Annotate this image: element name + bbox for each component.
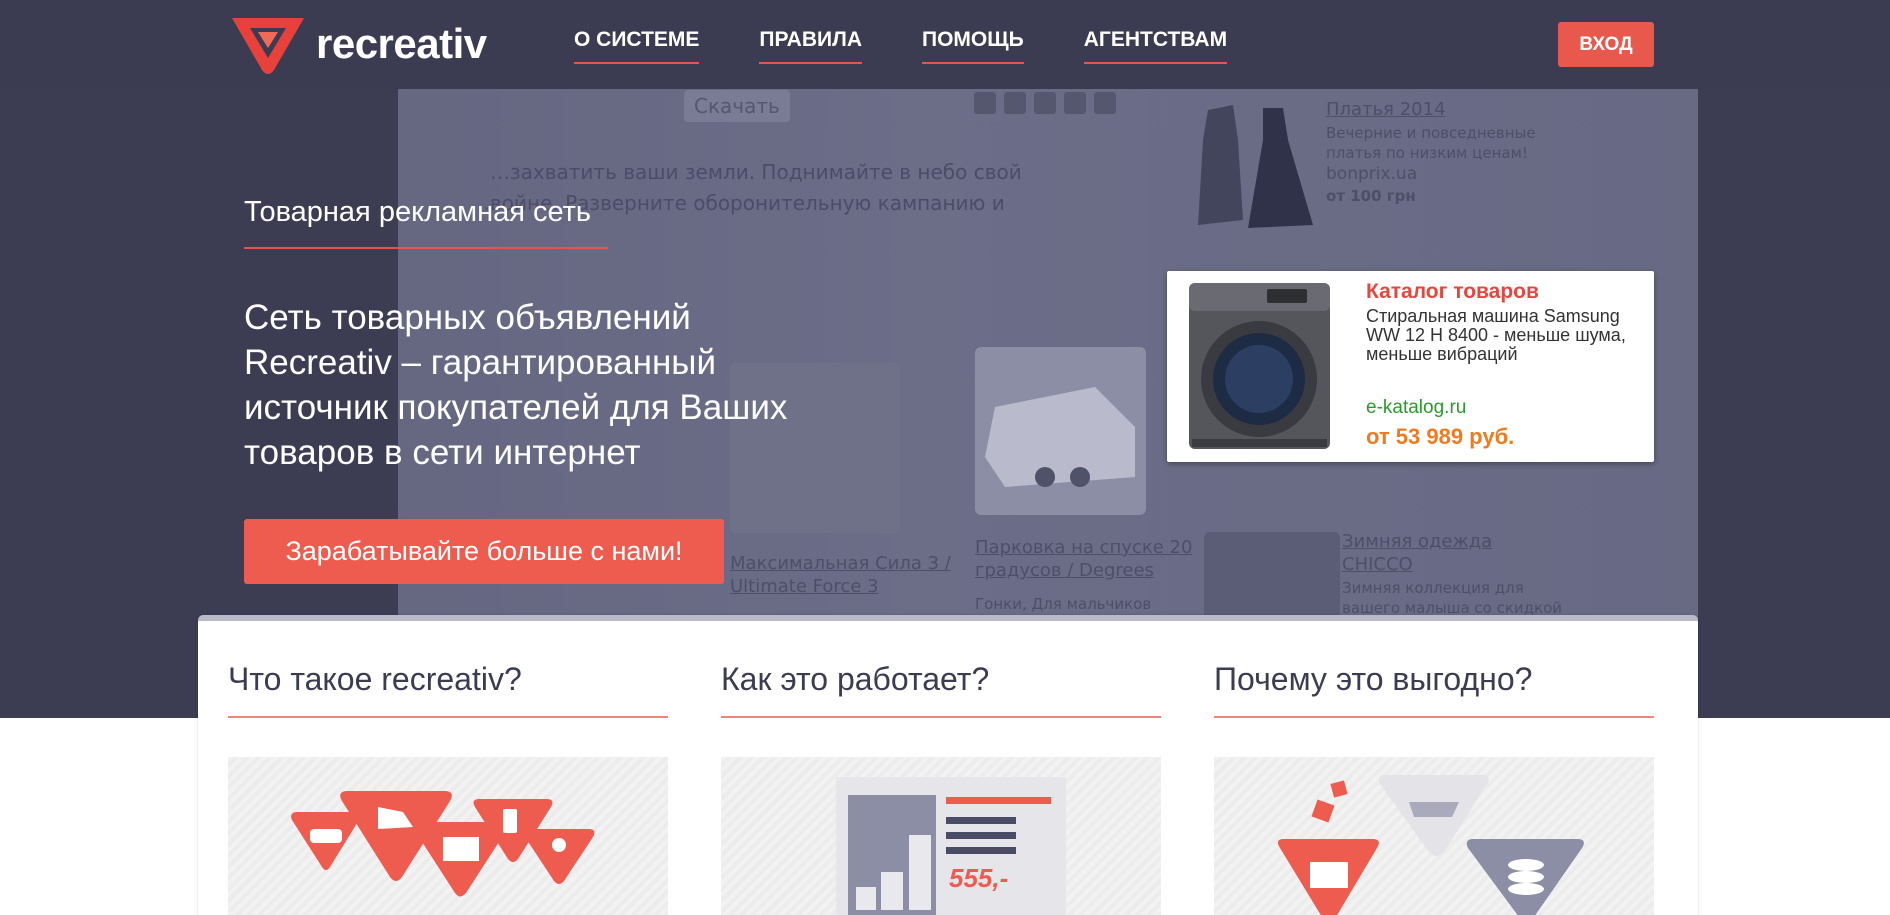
bg-dress-desc: Вечерние и повседневные платья по низким… <box>1326 124 1536 162</box>
nav-agencies[interactable]: АГЕНТСТВАМ <box>1083 28 1228 64</box>
feature-how: Как это работает? <box>721 661 1161 718</box>
bg-dress-domain: bonprix.ua <box>1326 164 1418 184</box>
logo[interactable]: recreativ <box>228 14 487 74</box>
bg-download-button: Скачать <box>684 90 790 122</box>
ad-block-icon: 555,- <box>721 757 1161 915</box>
washing-machine-image <box>1187 281 1332 451</box>
features-panel: Что такое recreativ? Как это работает? 5… <box>198 615 1698 915</box>
feature-how-title: Как это работает? <box>721 661 1161 718</box>
recreativ-logo-icon <box>232 18 304 74</box>
login-button[interactable]: ВХОД <box>1558 22 1654 67</box>
hero-tagline: Товарная рекламная сеть <box>244 196 592 228</box>
bg-dress-title: Платья 2014 <box>1326 99 1446 120</box>
nav-rules[interactable]: ПРАВИЛА <box>759 28 862 64</box>
bg-dress-price: от 100 грн <box>1326 187 1416 205</box>
ad-description: Стиральная машина Samsung WW 12 H 8400 -… <box>1366 306 1626 364</box>
bg-social-icons <box>974 92 1116 114</box>
feature-what-title: Что такое recreativ? <box>228 661 668 718</box>
ad-price: от 53 989 руб. <box>1366 424 1515 449</box>
bg-car-subtitle: Гонки, Для мальчиков <box>975 595 1152 613</box>
feature-what: Что такое recreativ? <box>228 661 668 718</box>
ad-domain[interactable]: e-katalog.ru <box>1366 397 1466 419</box>
tagline-underline <box>244 247 608 249</box>
bg-kids-title: Зимняя одежда CHICCO <box>1342 531 1493 575</box>
bg-kids-image <box>1204 532 1340 622</box>
bg-car-title: Парковка на спуске 20 градусов / Degrees <box>975 537 1193 581</box>
nav-about[interactable]: О СИСТЕМЕ <box>574 28 700 64</box>
ad-title[interactable]: Каталог товаров <box>1366 280 1539 304</box>
top-header: recreativ О СИСТЕМЕ ПРАВИЛА ПОМОЩЬ АГЕНТ… <box>0 0 1890 89</box>
benefit-icon <box>1214 757 1654 915</box>
product-ad-card[interactable]: Каталог товаров Стиральная машина Samsun… <box>1167 271 1654 462</box>
bg-car-image <box>975 347 1146 515</box>
feature-why-title: Почему это выгодно? <box>1214 661 1654 718</box>
bg-text-line-1: …захватить ваши земли. Поднимайте в небо… <box>490 160 1022 184</box>
hero-headline: Сеть товарных объявлений Recreativ – гар… <box>244 298 788 472</box>
bg-game-title: Максимальная Сила 3 / Ultimate Force 3 <box>730 553 951 597</box>
logo-text: recreativ <box>316 20 487 67</box>
feature-why: Почему это выгодно? <box>1214 661 1654 718</box>
bg-dress-image <box>1188 100 1328 235</box>
nav-help[interactable]: ПОМОЩЬ <box>922 28 1024 64</box>
product-categories-icon <box>228 757 668 915</box>
main-nav: О СИСТЕМЕ ПРАВИЛА ПОМОЩЬ АГЕНТСТВАМ <box>574 28 1287 64</box>
ad-price-sample: 555,- <box>949 863 1008 893</box>
earn-more-button[interactable]: Зарабатывайте больше с нами! <box>244 519 724 584</box>
bg-kids-desc: Зимняя коллекция для вашего малыша со ск… <box>1342 579 1563 617</box>
